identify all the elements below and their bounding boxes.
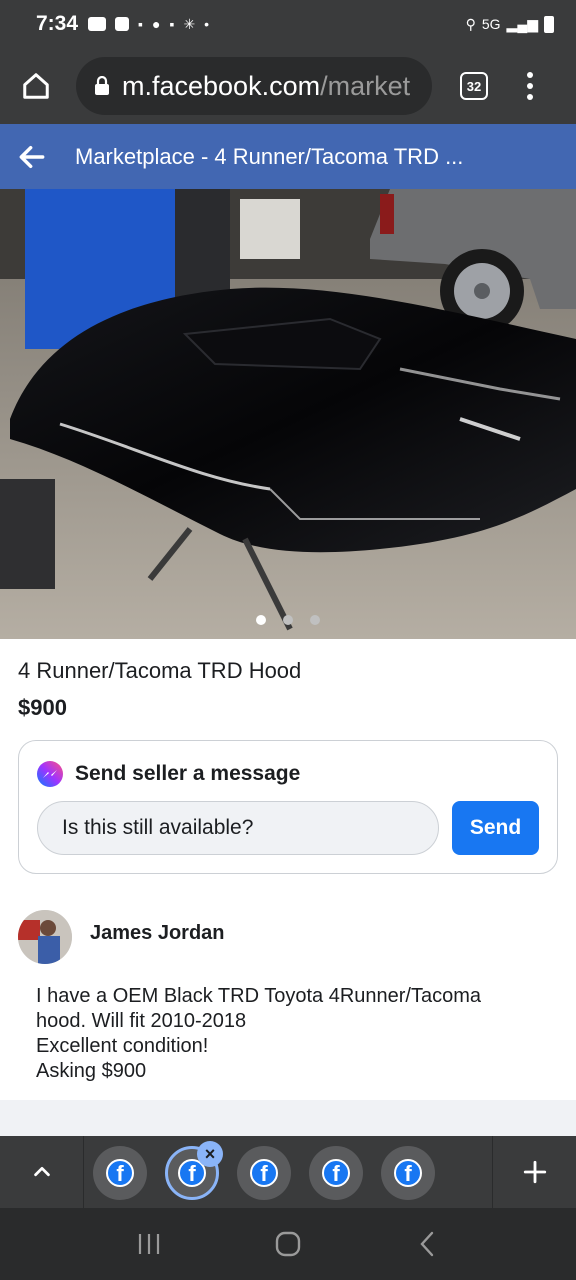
close-tab-icon[interactable]: × [197, 1141, 223, 1167]
tab-thumbnail[interactable]: f [93, 1146, 147, 1200]
home-icon [23, 73, 49, 99]
status-time: 7:34 [36, 12, 79, 35]
facebook-icon: f [106, 1159, 134, 1187]
message-card-header: Send seller a message [37, 761, 300, 787]
section-divider [0, 1100, 576, 1136]
lock-notification-icon: ● [152, 16, 161, 32]
notification-icons: ▪ ● ▪ ✳ • [88, 16, 209, 33]
message-input[interactable] [37, 801, 439, 855]
youtube-icon [88, 17, 107, 31]
plus-icon [523, 1160, 546, 1184]
back-nav-icon [420, 1231, 433, 1257]
carousel-dot[interactable] [283, 615, 293, 625]
expand-tabs-button[interactable] [0, 1136, 84, 1208]
status-right: ⚲ 5G ▂▄▆ [465, 15, 554, 33]
browser-menu-button[interactable] [518, 66, 542, 106]
home-nav-button[interactable] [268, 1224, 308, 1264]
menu-dot-icon [527, 94, 533, 100]
back-arrow-icon[interactable] [16, 141, 48, 173]
seller-name[interactable]: James Jordan [90, 922, 225, 945]
wifi-icon: ⚲ [465, 15, 476, 32]
status-bar: 7:34 ▪ ● ▪ ✳ • ⚲ 5G ▂▄▆ [0, 0, 576, 48]
tab-thumbnail[interactable]: f [381, 1146, 435, 1200]
new-tab-button[interactable] [492, 1136, 576, 1208]
description-line: Asking $900 [36, 1060, 147, 1082]
url-domain: m.facebook.com [122, 70, 321, 101]
network-type: 5G [481, 16, 501, 32]
description-line: I have a OEM Black TRD Toyota 4Runner/Ta… [36, 985, 482, 1007]
page-title: Marketplace - 4 Runner/Tacoma TRD ... [75, 143, 464, 169]
shopping-bag-icon [115, 17, 130, 31]
carousel-dot[interactable] [310, 615, 320, 625]
walmart-icon: ✳ [183, 15, 196, 32]
menu-dot-icon [527, 83, 533, 89]
seller-avatar-image [18, 910, 72, 964]
tab-count-button[interactable]: 32 [460, 72, 488, 100]
tab-thumbnail[interactable]: f [237, 1146, 291, 1200]
tab-thumbnail[interactable]: f [309, 1146, 363, 1200]
more-dot-icon: • [204, 16, 210, 32]
listing-description: I have a OEM Black TRD Toyota 4Runner/Ta… [36, 984, 536, 1084]
send-button[interactable]: Send [452, 801, 539, 855]
notification-icon: ▪ [138, 16, 143, 32]
browser-toolbar: m.facebook.com/market 32 [0, 48, 576, 124]
marketplace-header: Marketplace - 4 Runner/Tacoma TRD ... [0, 124, 576, 189]
url-bar[interactable]: m.facebook.com/market [76, 57, 432, 115]
hood-photo-image [0, 189, 576, 639]
system-nav-bar [0, 1208, 576, 1280]
back-nav-button[interactable] [407, 1224, 447, 1264]
battery-icon [544, 15, 554, 33]
home-nav-icon [275, 1231, 301, 1257]
description-line: Excellent condition! [36, 1035, 209, 1057]
menu-dot-icon [527, 72, 533, 78]
facebook-icon: f [394, 1159, 422, 1187]
signal-icon: ▂▄▆ [506, 15, 538, 32]
url-path: /market [320, 70, 411, 101]
recent-apps-icon [139, 1234, 160, 1254]
facebook-icon: f [322, 1159, 350, 1187]
listing-title: 4 Runner/Tacoma TRD Hood [18, 658, 302, 683]
chevron-up-icon [33, 1166, 50, 1177]
message-card-title: Send seller a message [75, 762, 301, 785]
lock-icon [95, 76, 109, 95]
notification-icon: ▪ [169, 16, 175, 32]
listing-photo[interactable] [0, 189, 576, 639]
listing-price: $900 [18, 695, 67, 720]
description-line: hood. Will fit 2010-2018 [36, 1010, 247, 1032]
carousel-dot-active[interactable] [256, 615, 266, 625]
seller-avatar[interactable] [18, 910, 72, 964]
tab-switcher-bar: f f × f f f [0, 1136, 576, 1208]
messenger-icon [37, 761, 63, 787]
facebook-icon: f [250, 1159, 278, 1187]
home-button[interactable] [16, 66, 56, 106]
recent-apps-button[interactable] [129, 1224, 169, 1264]
send-seller-message-card: Send seller a message Send [18, 740, 558, 874]
